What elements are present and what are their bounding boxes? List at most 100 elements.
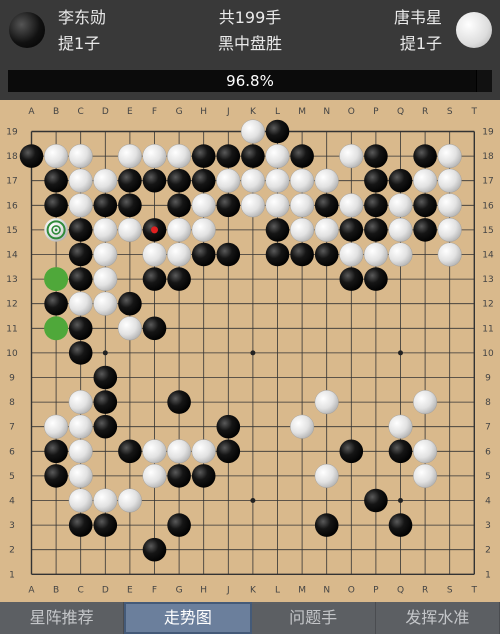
black-stone — [413, 193, 437, 218]
black-stone — [339, 439, 364, 464]
black-stone — [142, 168, 167, 193]
row-label: 1 — [9, 570, 15, 580]
column-label: B — [53, 107, 59, 117]
row-label: 6 — [9, 447, 15, 457]
column-label: B — [53, 585, 59, 595]
white-stone — [388, 414, 413, 439]
column-label: M — [298, 107, 306, 117]
black-stone — [44, 464, 68, 488]
tab-trend-chart[interactable]: 走势图 — [124, 602, 252, 634]
star-point — [102, 350, 108, 356]
black-stone — [216, 144, 241, 168]
row-label: 14 — [6, 251, 18, 261]
row-label: 11 — [482, 324, 493, 334]
black-stone — [216, 414, 241, 439]
black-stone — [167, 390, 191, 414]
go-board[interactable]: A A B B C C D D E E F F G G H H J J K K L L M M N N O O P P Q Q R R S S T T 19… — [0, 100, 500, 602]
black-stone — [314, 242, 339, 267]
row-label: 11 — [6, 324, 17, 334]
win-rate-label: 96.8% — [226, 72, 274, 90]
column-label: P — [373, 107, 379, 117]
highlight-point — [44, 316, 69, 341]
column-label: L — [275, 585, 280, 595]
white-stone — [117, 217, 142, 242]
black-stone — [191, 464, 216, 488]
white-stone — [413, 390, 438, 415]
white-stone — [388, 193, 413, 218]
row-label: 19 — [6, 128, 18, 138]
white-stone — [314, 463, 339, 488]
black-stone — [241, 144, 265, 168]
column-label: C — [78, 107, 84, 117]
black-stone — [93, 390, 118, 414]
row-label: 7 — [485, 423, 491, 433]
column-label: S — [447, 585, 453, 595]
black-stone — [167, 513, 191, 537]
tab-performance[interactable]: 发挥水准 — [376, 602, 500, 634]
row-label: 18 — [6, 152, 18, 162]
black-stone — [388, 513, 413, 537]
black-stone — [413, 144, 437, 168]
row-label: 2 — [9, 546, 15, 556]
column-label: Q — [397, 107, 404, 117]
column-label: S — [447, 107, 453, 117]
white-stone — [314, 168, 339, 193]
white-stone — [216, 168, 241, 193]
white-stone — [68, 463, 93, 488]
game-header: 李东勋 提1子 共199手 黑中盘胜 唐韦星 提1子 96.8% — [0, 0, 500, 100]
row-label: 12 — [6, 300, 17, 310]
black-stone — [68, 242, 93, 267]
column-label: R — [422, 585, 428, 595]
white-stone — [191, 193, 216, 218]
column-label: J — [226, 585, 230, 595]
tab-recommend[interactable]: 星阵推荐 — [0, 602, 125, 634]
white-stone — [68, 488, 93, 513]
column-label: E — [127, 585, 133, 595]
black-stone — [364, 168, 388, 193]
white-stone — [68, 144, 93, 169]
black-stone — [44, 168, 68, 193]
white-stone — [167, 217, 192, 242]
white-stone — [68, 291, 93, 316]
white-stone — [93, 488, 118, 513]
white-stone — [339, 193, 364, 218]
mark-dot — [54, 228, 58, 232]
column-label: R — [422, 107, 428, 117]
black-stone — [167, 168, 191, 193]
row-label: 9 — [485, 374, 491, 384]
black-stone — [191, 144, 216, 168]
row-label: 1 — [485, 570, 491, 580]
black-stone — [68, 316, 93, 341]
column-label: T — [471, 107, 478, 117]
black-stone — [314, 513, 339, 537]
column-label: O — [348, 107, 355, 117]
column-label: O — [348, 585, 355, 595]
white-stone — [93, 291, 118, 316]
white-stone — [142, 463, 167, 488]
row-label: 5 — [9, 472, 15, 482]
white-stone — [93, 242, 118, 267]
black-stone — [93, 193, 118, 218]
black-stone — [388, 439, 413, 464]
column-label: G — [176, 107, 183, 117]
row-label: 3 — [9, 521, 15, 531]
black-stone — [413, 218, 437, 242]
row-label: 10 — [6, 349, 18, 359]
column-label: E — [127, 107, 133, 117]
column-label: F — [152, 585, 157, 595]
white-stone — [117, 488, 142, 513]
column-label: H — [200, 585, 207, 595]
star-point — [250, 350, 256, 356]
row-label: 10 — [482, 349, 494, 359]
tab-problem-moves[interactable]: 问题手 — [252, 602, 376, 634]
white-stone — [68, 168, 93, 193]
black-stone — [44, 439, 68, 464]
black-stone — [19, 144, 44, 168]
black-stone — [93, 365, 118, 390]
white-stone — [437, 168, 462, 193]
column-label: G — [176, 585, 183, 595]
black-stone — [388, 168, 413, 193]
black-stone — [216, 193, 241, 218]
white-stone — [290, 193, 315, 218]
row-label: 15 — [6, 226, 17, 236]
